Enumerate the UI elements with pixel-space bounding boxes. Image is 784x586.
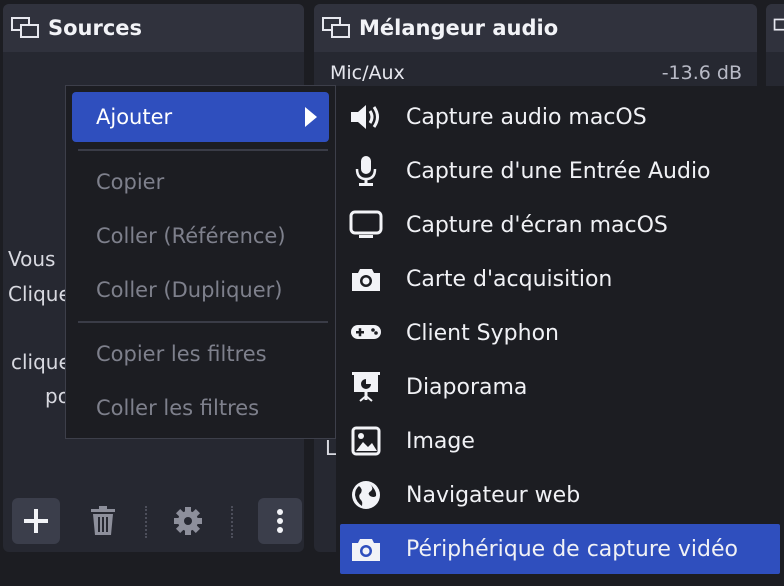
menu-item-add[interactable]: Ajouter — [72, 92, 329, 142]
submenu-item-label: Carte d'acquisition — [406, 266, 613, 292]
dock-window-icon — [773, 18, 784, 31]
sources-empty-text-3: clique — [11, 350, 71, 374]
speaker-icon — [348, 99, 384, 135]
more-options-button[interactable] — [258, 498, 302, 544]
add-source-submenu: Capture audio macOS Capture d'une Entrée… — [336, 86, 784, 586]
toolbar-separator — [231, 506, 233, 538]
menu-item-copy-filters-label: Copier les filtres — [96, 342, 267, 366]
submenu-item-slideshow[interactable]: Diaporama — [340, 362, 780, 412]
menu-item-copy-label: Copier — [96, 170, 165, 194]
submenu-item-syphon-client[interactable]: Client Syphon — [340, 308, 780, 358]
dock-window-icon — [11, 17, 39, 38]
remove-source-button[interactable] — [79, 498, 127, 544]
audio-mixer-header[interactable]: Mélangeur audio — [314, 4, 757, 52]
globe-icon — [348, 477, 384, 513]
monitor-icon — [348, 207, 384, 243]
sources-empty-text-1: Vous — [8, 247, 56, 271]
trash-icon — [91, 506, 115, 535]
submenu-item-label: Client Syphon — [406, 320, 559, 346]
menu-item-paste-reference[interactable]: Coller (Référence) — [72, 211, 329, 261]
menu-item-paste-duplicate[interactable]: Coller (Dupliquer) — [72, 265, 329, 315]
sources-toolbar — [3, 498, 304, 550]
menu-item-paste-duplicate-label: Coller (Dupliquer) — [96, 278, 283, 302]
mixer-channel-mic-aux: Mic/Aux -13.6 dB — [330, 62, 742, 84]
submenu-item-macos-audio-capture[interactable]: Capture audio macOS — [340, 92, 780, 142]
menu-item-paste-reference-label: Coller (Référence) — [96, 224, 286, 248]
add-source-button[interactable] — [12, 498, 60, 544]
submenu-arrow-icon — [305, 107, 317, 127]
camera-icon — [348, 261, 384, 297]
microphone-icon — [348, 153, 384, 189]
source-properties-button[interactable] — [164, 498, 212, 544]
submenu-item-video-capture-device[interactable]: Périphérique de capture vidéo — [340, 524, 780, 574]
mixer-channel-name: Mic/Aux — [330, 62, 405, 84]
submenu-item-label: Image — [406, 428, 475, 454]
third-dock-header[interactable] — [766, 4, 784, 52]
submenu-item-label: Navigateur web — [406, 482, 581, 508]
slideshow-icon — [348, 369, 384, 405]
submenu-item-audio-input-capture[interactable]: Capture d'une Entrée Audio — [340, 146, 780, 196]
vertical-dots-icon — [277, 509, 283, 533]
menu-item-copy-filters[interactable]: Copier les filtres — [72, 329, 329, 379]
submenu-item-macos-screen-capture[interactable]: Capture d'écran macOS — [340, 200, 780, 250]
menu-separator — [78, 321, 328, 323]
mixer-channel-volume: -13.6 dB — [661, 62, 742, 84]
mixer-partial-label: L — [325, 436, 337, 460]
sources-header[interactable]: Sources — [3, 4, 304, 52]
submenu-item-capture-card[interactable]: Carte d'acquisition — [340, 254, 780, 304]
image-icon — [348, 423, 384, 459]
plus-icon — [24, 509, 48, 533]
submenu-item-web-browser[interactable]: Navigateur web — [340, 470, 780, 520]
camera-icon — [348, 531, 384, 567]
gamepad-icon — [348, 315, 384, 351]
menu-item-paste-filters[interactable]: Coller les filtres — [72, 383, 329, 433]
submenu-item-label: Capture audio macOS — [406, 104, 647, 130]
submenu-item-label: Capture d'une Entrée Audio — [406, 158, 711, 184]
dock-window-icon — [322, 17, 350, 38]
submenu-item-label: Capture d'écran macOS — [406, 212, 668, 238]
menu-item-add-label: Ajouter — [96, 105, 173, 129]
sources-title: Sources — [48, 16, 143, 40]
menu-item-copy[interactable]: Copier — [72, 157, 329, 207]
menu-separator — [78, 149, 328, 151]
context-menu: Ajouter Copier Coller (Référence) Coller… — [65, 85, 336, 439]
audio-mixer-title: Mélangeur audio — [359, 16, 559, 40]
gear-icon — [174, 507, 202, 535]
submenu-item-image[interactable]: Image — [340, 416, 780, 466]
submenu-item-label: Diaporama — [406, 374, 528, 400]
sources-empty-text-2: Clique — [8, 282, 71, 306]
menu-item-paste-filters-label: Coller les filtres — [96, 396, 260, 420]
toolbar-separator — [145, 506, 147, 538]
submenu-item-label: Périphérique de capture vidéo — [406, 536, 738, 562]
